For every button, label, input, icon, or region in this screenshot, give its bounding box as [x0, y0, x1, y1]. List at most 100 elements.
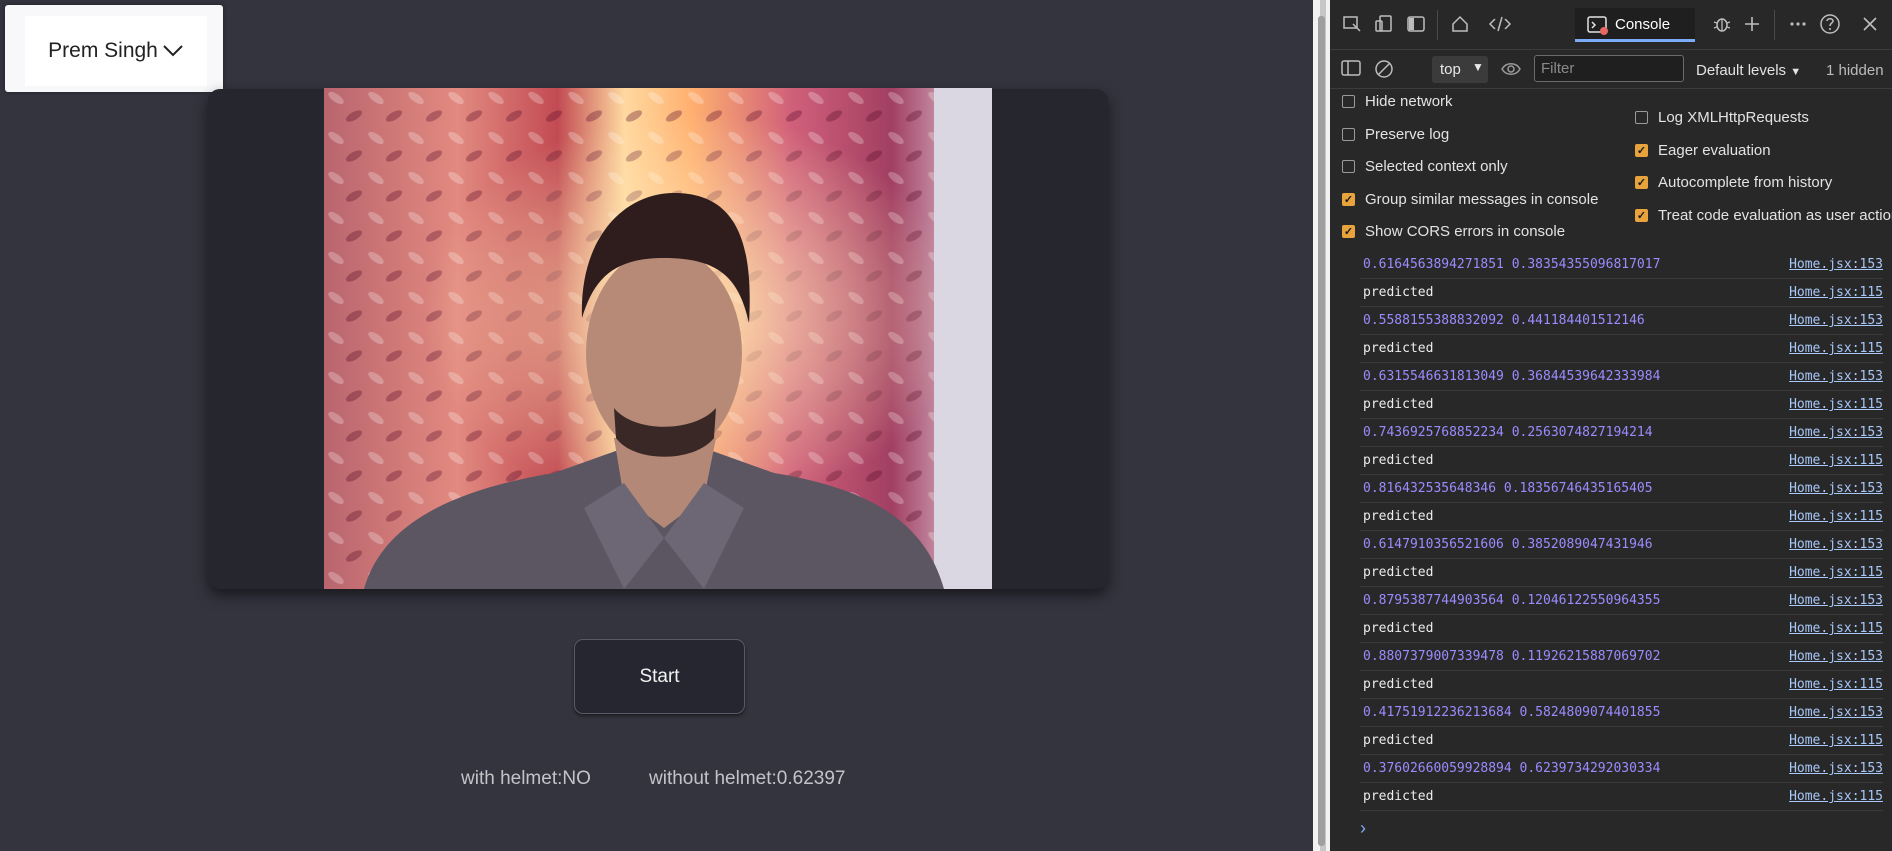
console-message-text: 0.7436925768852234 0.2563074827194214	[1363, 425, 1653, 440]
setting-label: Log XMLHttpRequests	[1658, 109, 1809, 126]
console-message: 0.816432535648346 0.18356746435165405 Hom…	[1360, 475, 1883, 503]
context-selector-value: top	[1440, 61, 1461, 78]
source-link[interactable]: Home.jsx:115	[1789, 397, 1883, 412]
filter-input[interactable]: Filter	[1534, 55, 1684, 82]
checkbox-checked-icon[interactable]: ✓	[1635, 208, 1648, 222]
checkbox-checked-icon[interactable]: ✓	[1342, 192, 1355, 206]
console-message: 0.8795387744903564 0.12046122550964355 Ho…	[1360, 587, 1883, 615]
setting-label: Eager evaluation	[1658, 141, 1771, 159]
checkbox-unchecked-icon[interactable]	[1342, 127, 1355, 141]
log-levels-dropdown[interactable]: Default levels ▼	[1696, 62, 1801, 79]
console-message-text: predicted	[1363, 677, 1434, 692]
console-message-text: 0.8795387744903564 0.12046122550964355	[1363, 593, 1661, 608]
console-log: 0.6164563894271851 0.38354355096817017 Ho…	[1330, 251, 1892, 811]
console-message-text: 0.8807379007339478 0.11926215887069702	[1363, 649, 1661, 664]
log-levels-label: Default levels	[1696, 62, 1787, 79]
source-link[interactable]: Home.jsx:115	[1789, 677, 1883, 692]
console-message: predicted Home.jsx:115	[1360, 615, 1883, 643]
close-icon[interactable]	[1858, 12, 1882, 36]
console-message-text: predicted	[1363, 565, 1434, 580]
console-message: predicted Home.jsx:115	[1360, 503, 1883, 531]
add-tab-icon[interactable]	[1740, 12, 1764, 36]
source-link[interactable]: Home.jsx:115	[1789, 733, 1883, 748]
more-options-icon[interactable]	[1786, 12, 1810, 36]
console-message: predicted Home.jsx:115	[1360, 279, 1883, 307]
source-link[interactable]: Home.jsx:153	[1789, 537, 1883, 552]
start-button[interactable]: Start	[574, 639, 745, 714]
source-link[interactable]: Home.jsx:115	[1789, 621, 1883, 636]
webcam-frame-image	[324, 88, 992, 589]
console-message: 0.6164563894271851 0.38354355096817017 Ho…	[1360, 251, 1883, 279]
console-message-text: 0.37602660059928894 0.6239734292030334	[1363, 761, 1661, 776]
tab-console[interactable]: Console	[1575, 8, 1695, 42]
source-link[interactable]: Home.jsx:153	[1789, 369, 1883, 384]
setting-checkbox[interactable]: Selected context only	[1342, 158, 1508, 175]
elements-icon[interactable]	[1488, 12, 1512, 36]
source-link[interactable]: Home.jsx:153	[1789, 649, 1883, 664]
source-link[interactable]: Home.jsx:153	[1789, 593, 1883, 608]
console-message: predicted Home.jsx:115	[1360, 335, 1883, 363]
setting-checkbox[interactable]: ✓ Treat code evaluation as user action	[1635, 207, 1892, 224]
devtools-toolbar: Console	[1330, 0, 1892, 50]
checkbox-unchecked-icon[interactable]	[1635, 111, 1648, 124]
source-link[interactable]: Home.jsx:115	[1789, 453, 1883, 468]
device-toolbar-icon[interactable]	[1372, 12, 1396, 36]
dock-side-icon[interactable]	[1404, 12, 1428, 36]
console-message: predicted Home.jsx:115	[1360, 783, 1883, 811]
console-toolbar: top ▼ Filter Default levels ▼ 1 hidden	[1330, 50, 1892, 89]
console-message-text: predicted	[1363, 509, 1434, 524]
without-helmet-result: without helmet:0.62397	[649, 768, 846, 789]
setting-checkbox[interactable]: ✓ Show CORS errors in console	[1342, 223, 1565, 240]
webcam-video	[324, 88, 992, 589]
console-message: 0.37602660059928894 0.6239734292030334 Ho…	[1360, 755, 1883, 783]
context-selector[interactable]: top ▼	[1432, 56, 1488, 83]
console-message: 0.41751912236213684 0.5824809074401855 Ho…	[1360, 699, 1883, 727]
console-prompt-chevron-icon[interactable]: ›	[1360, 818, 1366, 839]
console-icon	[1587, 16, 1608, 35]
home-icon[interactable]	[1448, 12, 1472, 36]
checkbox-checked-icon[interactable]: ✓	[1635, 176, 1648, 189]
checkbox-checked-icon[interactable]: ✓	[1635, 143, 1648, 157]
setting-label: Treat code evaluation as user action	[1658, 206, 1892, 224]
clear-console-icon[interactable]	[1373, 58, 1395, 84]
source-link[interactable]: Home.jsx:115	[1789, 509, 1883, 524]
setting-checkbox[interactable]: Log XMLHttpRequests	[1635, 109, 1809, 126]
source-link[interactable]: Home.jsx:153	[1789, 761, 1883, 776]
user-menu-button[interactable]: Prem Singh	[25, 16, 207, 86]
console-message-text: 0.5588155388832092 0.441184401512146	[1363, 313, 1645, 328]
source-link[interactable]: Home.jsx:115	[1789, 341, 1883, 356]
inspect-icon[interactable]	[1340, 12, 1364, 36]
sidebar-toggle-icon[interactable]	[1340, 58, 1362, 82]
console-message-text: 0.816432535648346 0.18356746435165405	[1363, 481, 1653, 496]
source-link[interactable]: Home.jsx:115	[1789, 789, 1883, 804]
setting-checkbox[interactable]: Hide network	[1342, 93, 1453, 110]
user-name: Prem Singh	[48, 39, 158, 62]
source-link[interactable]: Home.jsx:153	[1789, 313, 1883, 328]
page-scrollbar[interactable]	[1318, 16, 1325, 846]
source-link[interactable]: Home.jsx:115	[1789, 285, 1883, 300]
checkbox-unchecked-icon[interactable]	[1342, 95, 1355, 108]
console-message-text: 0.6147910356521606 0.3852089047431946	[1363, 537, 1653, 552]
setting-checkbox[interactable]: ✓ Autocomplete from history	[1635, 174, 1832, 191]
console-message-text: predicted	[1363, 285, 1434, 300]
setting-checkbox[interactable]: ✓ Eager evaluation	[1635, 142, 1771, 159]
setting-label: Selected context only	[1365, 158, 1508, 175]
setting-checkbox[interactable]: Preserve log	[1342, 126, 1449, 143]
user-menu[interactable]: Prem Singh	[5, 5, 223, 92]
checkbox-checked-icon[interactable]: ✓	[1342, 225, 1355, 238]
console-message: 0.6147910356521606 0.3852089047431946 Hom…	[1360, 531, 1883, 559]
live-expression-eye-icon[interactable]	[1500, 59, 1522, 83]
checkbox-unchecked-icon[interactable]	[1342, 160, 1355, 173]
setting-checkbox[interactable]: ✓ Group similar messages in console	[1342, 191, 1598, 208]
source-link[interactable]: Home.jsx:153	[1789, 257, 1883, 272]
help-icon[interactable]	[1818, 12, 1842, 36]
issues-bug-icon[interactable]	[1710, 12, 1734, 36]
source-link[interactable]: Home.jsx:153	[1789, 481, 1883, 496]
app-page: Prem Singh Start with helmet:NO without …	[0, 0, 1313, 851]
hidden-messages-count: 1 hidden	[1826, 62, 1884, 79]
console-message: predicted Home.jsx:115	[1360, 727, 1883, 755]
setting-label: Autocomplete from history	[1658, 174, 1833, 191]
source-link[interactable]: Home.jsx:153	[1789, 425, 1883, 440]
source-link[interactable]: Home.jsx:153	[1789, 705, 1883, 720]
source-link[interactable]: Home.jsx:115	[1789, 565, 1883, 580]
